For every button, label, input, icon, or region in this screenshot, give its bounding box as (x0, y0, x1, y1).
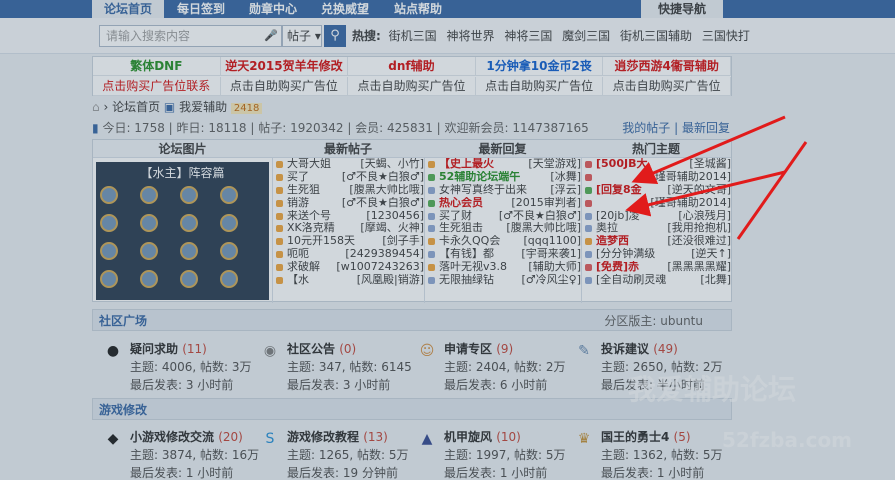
arrow-3 (736, 141, 808, 240)
arrow-1 (631, 115, 786, 184)
annotation-arrows (625, 115, 808, 240)
